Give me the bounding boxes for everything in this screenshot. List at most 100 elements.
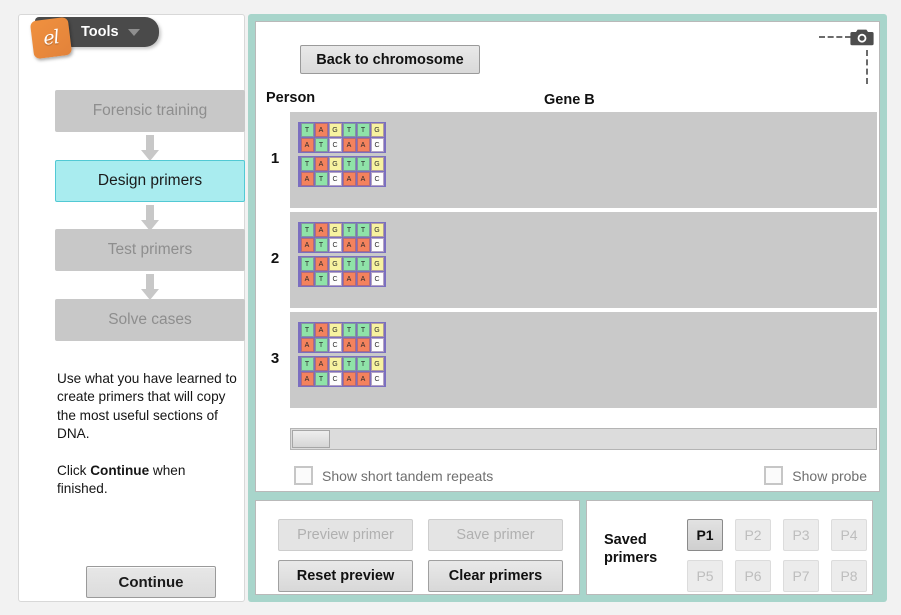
nucleotide-base[interactable]: A [314,157,328,171]
nucleotide-base[interactable]: G [370,357,384,371]
base-pair[interactable]: TA [356,223,370,252]
base-pair[interactable]: TA [342,357,356,386]
checkbox-box[interactable] [294,466,313,485]
nucleotide-base[interactable]: G [328,257,342,271]
primer-slot-p8[interactable]: P8 [831,560,867,592]
base-pair[interactable]: AT [314,223,328,252]
nucleotide-base[interactable]: A [342,272,356,286]
preview-primer-button[interactable]: Preview primer [278,519,413,551]
primer-slot-p7[interactable]: P7 [783,560,819,592]
nucleotide-base[interactable]: C [370,138,384,152]
nucleotide-base[interactable]: C [370,372,384,386]
base-pair[interactable]: GC [328,123,342,152]
nucleotide-base[interactable]: A [342,172,356,186]
base-pair[interactable]: GC [370,323,384,352]
base-pair[interactable]: TA [342,323,356,352]
nucleotide-base[interactable]: A [300,338,314,352]
sidebar-step-solve-cases[interactable]: Solve cases [55,299,245,341]
continue-button[interactable]: Continue [86,566,216,598]
base-pair[interactable]: GC [370,123,384,152]
nucleotide-base[interactable]: T [300,123,314,137]
nucleotide-base[interactable]: A [356,372,370,386]
base-pair[interactable]: TA [300,257,314,286]
nucleotide-base[interactable]: A [342,138,356,152]
base-pair[interactable]: TA [356,257,370,286]
nucleotide-base[interactable]: T [300,357,314,371]
show-short-tandem-repeats-checkbox[interactable]: Show short tandem repeats [294,466,493,485]
nucleotide-base[interactable]: A [300,238,314,252]
base-pair[interactable]: TA [342,257,356,286]
dna-strand[interactable]: TAATGCTATAGC [298,356,386,387]
nucleotide-base[interactable]: T [342,257,356,271]
nucleotide-base[interactable]: A [300,272,314,286]
reset-preview-button[interactable]: Reset preview [278,560,413,592]
nucleotide-base[interactable]: T [314,272,328,286]
base-pair[interactable]: GC [370,357,384,386]
sidebar-step-forensic-training[interactable]: Forensic training [55,90,245,132]
nucleotide-base[interactable]: A [342,372,356,386]
base-pair[interactable]: AT [314,157,328,186]
primer-slot-p5[interactable]: P5 [687,560,723,592]
nucleotide-base[interactable]: G [328,223,342,237]
dna-strand[interactable]: TAATGCTATAGC [298,222,386,253]
base-pair[interactable]: TA [342,223,356,252]
nucleotide-base[interactable]: A [300,172,314,186]
primer-slot-p2[interactable]: P2 [735,519,771,551]
nucleotide-base[interactable]: G [370,323,384,337]
nucleotide-base[interactable]: T [314,172,328,186]
horizontal-scrollbar[interactable] [290,428,877,450]
nucleotide-base[interactable]: G [370,223,384,237]
dna-sequence-group[interactable]: TAATGCTATAGCTAATGCTATAGC [298,222,386,290]
nucleotide-base[interactable]: A [356,338,370,352]
clear-primers-button[interactable]: Clear primers [428,560,563,592]
nucleotide-base[interactable]: A [314,223,328,237]
nucleotide-base[interactable]: A [300,138,314,152]
nucleotide-base[interactable]: T [356,357,370,371]
dna-sequence-group[interactable]: TAATGCTATAGCTAATGCTATAGC [298,322,386,390]
base-pair[interactable]: GC [370,257,384,286]
nucleotide-base[interactable]: G [370,157,384,171]
base-pair[interactable]: AT [314,257,328,286]
camera-icon[interactable] [850,27,874,47]
person-row[interactable]: 1TAATGCTATAGCTAATGCTATAGC [271,112,877,208]
base-pair[interactable]: TA [356,323,370,352]
nucleotide-base[interactable]: G [370,123,384,137]
tools-menu[interactable]: el Tools [29,16,159,60]
base-pair[interactable]: GC [328,357,342,386]
base-pair[interactable]: TA [356,123,370,152]
base-pair[interactable]: GC [370,223,384,252]
base-pair[interactable]: TA [300,323,314,352]
nucleotide-base[interactable]: C [328,372,342,386]
nucleotide-base[interactable]: A [314,257,328,271]
nucleotide-base[interactable]: T [314,338,328,352]
nucleotide-base[interactable]: T [356,257,370,271]
primer-slot-p6[interactable]: P6 [735,560,771,592]
dna-strand[interactable]: TAATGCTATAGC [298,256,386,287]
save-primer-button[interactable]: Save primer [428,519,563,551]
nucleotide-base[interactable]: G [328,157,342,171]
base-pair[interactable]: GC [370,157,384,186]
nucleotide-base[interactable]: C [370,272,384,286]
primer-slot-p1[interactable]: P1 [687,519,723,551]
nucleotide-base[interactable]: C [328,138,342,152]
base-pair[interactable]: TA [300,357,314,386]
base-pair[interactable]: AT [314,123,328,152]
nucleotide-base[interactable]: T [300,223,314,237]
nucleotide-base[interactable]: T [342,123,356,137]
base-pair[interactable]: TA [356,357,370,386]
nucleotide-base[interactable]: A [314,357,328,371]
show-probe-checkbox[interactable]: Show probe [764,466,867,485]
primer-slot-p4[interactable]: P4 [831,519,867,551]
nucleotide-base[interactable]: T [356,323,370,337]
nucleotide-base[interactable]: A [314,123,328,137]
nucleotide-base[interactable]: C [370,238,384,252]
primer-slot-p3[interactable]: P3 [783,519,819,551]
nucleotide-base[interactable]: T [342,157,356,171]
nucleotide-base[interactable]: A [342,338,356,352]
nucleotide-base[interactable]: T [342,323,356,337]
nucleotide-base[interactable]: C [328,172,342,186]
scrollbar-thumb[interactable] [292,430,330,448]
nucleotide-base[interactable]: A [356,138,370,152]
nucleotide-base[interactable]: A [314,323,328,337]
base-pair[interactable]: AT [314,357,328,386]
